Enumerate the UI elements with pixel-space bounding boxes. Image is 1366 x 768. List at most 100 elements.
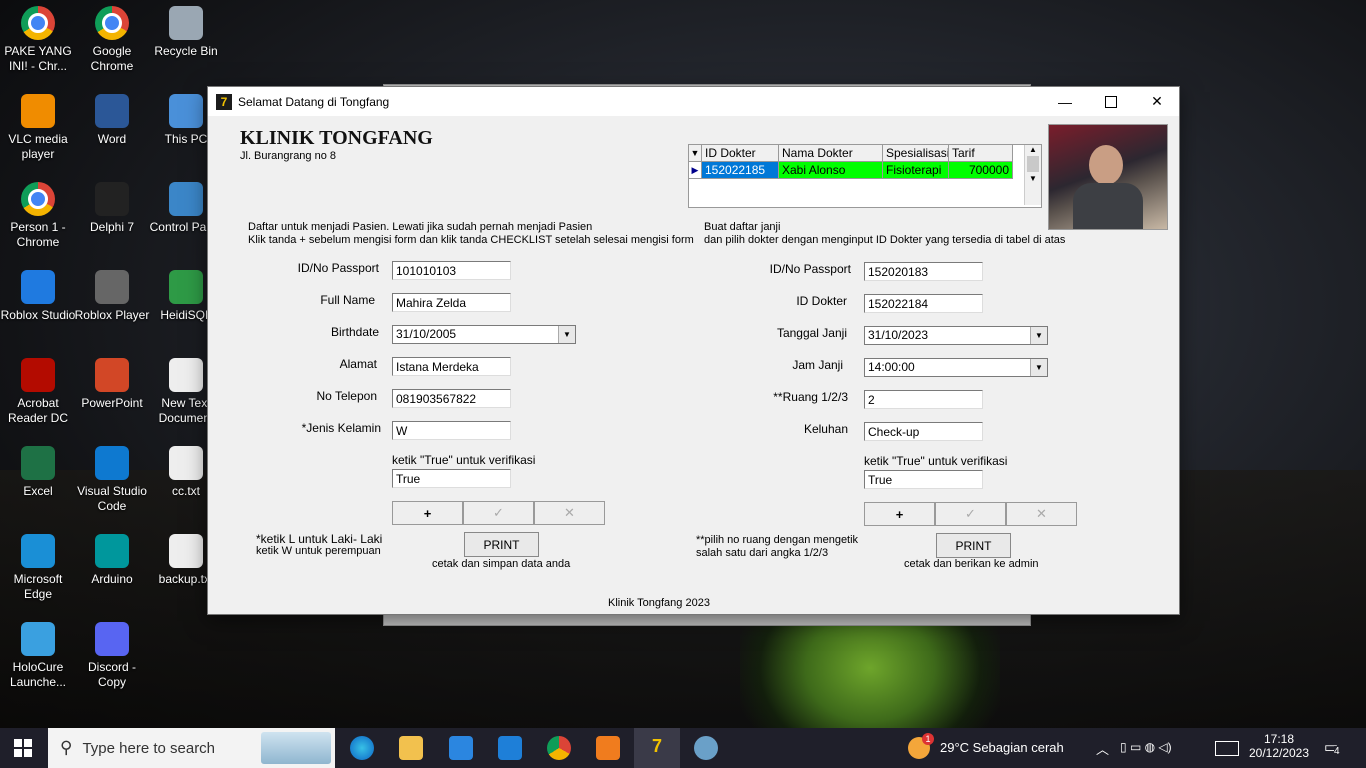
desktop-icon[interactable]: Delphi 7 [74,182,150,235]
roblox-studio-icon [21,270,55,304]
desktop-icon[interactable]: Microsoft Edge [0,534,76,602]
grid-scrollbar[interactable]: ▲ ▼ [1024,145,1041,205]
grid-header-tarif[interactable]: Tarif [949,145,1013,162]
word-icon [95,94,129,128]
left-print-button[interactable]: PRINT [464,532,539,557]
label-alamat: Alamat [339,357,377,371]
file-explorer-icon[interactable] [399,736,423,760]
grid-header-spesialisasi[interactable]: Spesialisasi [883,145,949,162]
search-box[interactable]: ⚲ Type here to search [48,728,335,768]
grid-indicator-header: ▼ [689,145,702,162]
delphi-app-icon: 7 [216,93,232,110]
desktop-icon[interactable]: Visual Studio Code [74,446,150,514]
left-verify-input[interactable]: True [392,469,511,488]
chevron-up-icon[interactable]: ︿ [1096,739,1109,758]
roblox-icon [95,270,129,304]
passport-janji-input[interactable]: 152020183 [864,262,983,281]
ruang-input[interactable]: 2 [864,390,983,409]
desktop-icon[interactable]: Google Chrome [74,6,150,74]
right-cancel-button[interactable]: ✕ [1006,502,1077,526]
chevron-down-icon[interactable]: ▼ [1030,327,1047,344]
right-intro-1: Buat daftar janji [704,221,781,233]
text-file-icon [169,534,203,568]
cell-spesialisasi[interactable]: Fisioterapi [883,162,949,179]
keluhan-input[interactable]: Check-up [864,422,983,441]
window-titlebar[interactable]: 7 Selamat Datang di Tongfang — ✕ [208,87,1179,116]
desktop-icon[interactable]: Acrobat Reader DC [0,358,76,426]
system-tray-icons[interactable]: ▯ ▭ ◍ ◁) [1120,740,1172,754]
recycle-bin-icon [169,6,203,40]
table-row[interactable]: ▶ 152022185 Xabi Alonso Fisioterapi 7000… [689,162,1013,179]
telepon-input[interactable]: 081903567822 [392,389,511,408]
left-insert-button[interactable]: + [392,501,463,525]
jenis-kelamin-input[interactable]: W [392,421,511,440]
cell-id[interactable]: 152022185 [702,162,779,179]
weather-icon[interactable]: 1 [908,733,934,759]
desktop-icon[interactable]: HoloCure Launche... [0,622,76,690]
passport-input[interactable]: 101010103 [392,261,511,280]
chevron-down-icon[interactable]: ▼ [558,326,575,343]
desktop-icon-label: Arduino [91,572,133,586]
fullname-input[interactable]: Mahira Zelda [392,293,511,312]
start-button[interactable] [14,739,32,757]
label-ruang: **Ruang 1/2/3 [773,390,848,404]
edge-icon [21,534,55,568]
xampp-icon[interactable] [596,736,620,760]
arduino-icon [95,534,129,568]
left-cancel-button[interactable]: ✕ [534,501,605,525]
desktop-icon[interactable]: VLC media player [0,94,76,162]
desktop-icon[interactable]: Arduino [74,534,150,587]
scroll-down-icon[interactable]: ▼ [1025,174,1041,183]
clock[interactable]: 17:18 20/12/2023 [1248,732,1310,760]
desktop-icon[interactable]: PAKE YANG INI! - Chr... [0,6,76,74]
right-verify-input[interactable]: True [864,470,983,489]
left-post-button[interactable]: ✓ [463,501,534,525]
grid-header-id[interactable]: ID Dokter [702,145,779,162]
close-button[interactable]: ✕ [1134,87,1180,116]
right-insert-button[interactable]: + [864,502,935,526]
birthdate-value: 31/10/2005 [396,327,457,341]
desktop-icon[interactable]: Roblox Studio [0,270,76,323]
desktop-icon[interactable]: Word [74,94,150,147]
cell-nama[interactable]: Xabi Alonso [779,162,883,179]
desktop-icon-label: Roblox Studio [0,308,76,322]
label-keluhan: Keluhan [803,422,848,436]
grid-header-nama[interactable]: Nama Dokter [779,145,883,162]
scroll-thumb[interactable] [1027,156,1039,172]
chevron-down-icon[interactable]: ▼ [1030,359,1047,376]
right-print-button[interactable]: PRINT [936,533,1011,558]
desktop-icon[interactable]: Person 1 - Chrome [0,182,76,250]
tanggal-janji-picker[interactable]: 31/10/2023 ▼ [864,326,1048,345]
right-post-button[interactable]: ✓ [935,502,1006,526]
desktop-icon[interactable]: Excel [0,446,76,499]
alamat-input[interactable]: Istana Merdeka [392,357,511,376]
mail-icon[interactable] [498,736,522,760]
store-icon[interactable] [449,736,473,760]
maximize-button[interactable] [1088,87,1134,116]
label-passport-janji: ID/No Passport [769,262,851,276]
left-note-2: ketik W untuk perempuan [256,545,381,557]
paint-icon[interactable] [694,736,718,760]
desktop-icon[interactable]: PowerPoint [74,358,150,411]
left-verify-label: ketik "True" untuk verifikasi [392,453,536,467]
scroll-up-icon[interactable]: ▲ [1025,145,1041,154]
jam-janji-picker[interactable]: 14:00:00 ▼ [864,358,1048,377]
notification-icon[interactable]: ▭ 4 [1324,738,1344,758]
delphi-taskbar-active[interactable]: 7 [634,728,680,768]
chrome-taskbar-icon[interactable] [547,736,571,760]
desktop-icon[interactable]: Discord - Copy [74,622,150,690]
minimize-button[interactable]: — [1042,87,1088,116]
keyboard-icon[interactable] [1215,741,1239,756]
label-jam-janji: Jam Janji [792,358,843,372]
chrome-icon [21,182,55,216]
window-footer: Klinik Tongfang 2023 [608,597,710,609]
desktop-icon[interactable]: Roblox Player [74,270,150,323]
right-intro-2: dan pilih dokter dengan menginput ID Dok… [704,234,1066,246]
birthdate-picker[interactable]: 31/10/2005 ▼ [392,325,576,344]
cell-tarif[interactable]: 700000 [949,162,1013,179]
doctor-grid[interactable]: ▼ ID Dokter Nama Dokter Spesialisasi Tar… [688,144,1042,208]
edge-taskbar-icon[interactable] [350,736,374,760]
weather-text[interactable]: 29°C Sebagian cerah [940,740,1064,755]
desktop-icon[interactable]: Recycle Bin [148,6,224,59]
id-dokter-input[interactable]: 152022184 [864,294,983,313]
